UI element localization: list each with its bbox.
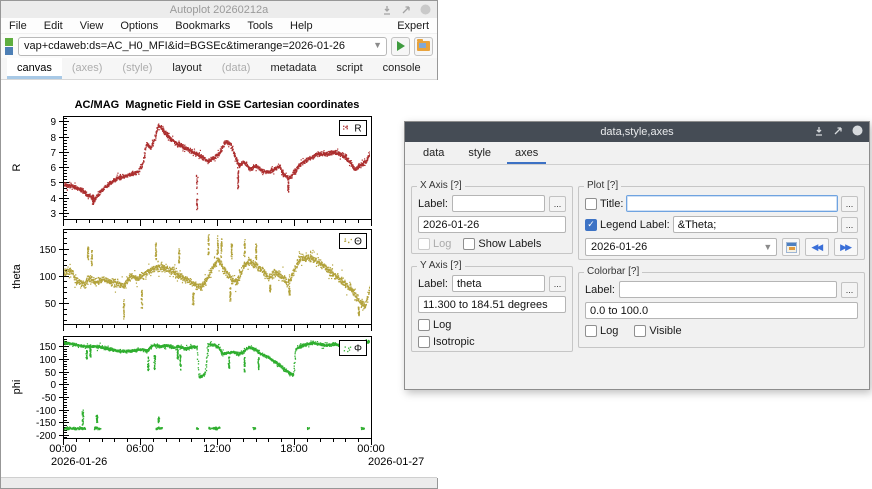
dock-icon[interactable] bbox=[814, 126, 824, 136]
dialog-tab-data[interactable]: data bbox=[413, 142, 454, 164]
datasource-icon bbox=[5, 38, 14, 55]
tab-console[interactable]: console bbox=[373, 58, 431, 79]
y-axis-range-input[interactable] bbox=[418, 296, 566, 313]
x-axis-group: X Axis [?] Label: ... Log Show Labels bbox=[411, 186, 573, 254]
plot-legend-editor-button[interactable]: ... bbox=[841, 217, 858, 233]
tab-metadata[interactable]: metadata bbox=[260, 58, 326, 79]
tab-layout[interactable]: layout bbox=[162, 58, 211, 79]
y-axis-label-editor-button[interactable]: ... bbox=[549, 276, 566, 292]
main-tabs: canvas (axes) (style) layout (data) meta… bbox=[1, 58, 437, 80]
plot-area bbox=[2, 80, 438, 478]
uri-dropdown-icon[interactable]: ▼ bbox=[373, 40, 382, 50]
go-button[interactable] bbox=[391, 37, 410, 56]
plot-timerange-value: 2026-01-26 bbox=[591, 241, 647, 253]
colorbar-label-editor-button[interactable]: ... bbox=[841, 282, 858, 298]
menu-bar: File Edit View Options Bookmarks Tools H… bbox=[1, 18, 437, 34]
dialog-titlebar[interactable]: data,style,axes bbox=[405, 122, 869, 142]
axes-dialog: data,style,axes data style axes X Axis [… bbox=[404, 121, 870, 390]
plot-timerange-combo[interactable]: 2026-01-26 ▼ bbox=[585, 238, 777, 256]
y-axis-label-caption: Label: bbox=[418, 278, 448, 290]
y-axis-isotropic-checkbox[interactable] bbox=[418, 336, 430, 348]
folder-icon bbox=[417, 41, 430, 51]
colorbar-visible-checkbox[interactable] bbox=[634, 325, 646, 337]
dialog-tabs: data style axes bbox=[405, 142, 869, 165]
menu-tools[interactable]: Tools bbox=[247, 20, 273, 32]
y-axis-isotropic-label: Isotropic bbox=[433, 336, 475, 348]
colorbar-label-input[interactable] bbox=[619, 281, 837, 298]
detach-icon[interactable] bbox=[401, 5, 411, 15]
close-icon[interactable] bbox=[852, 125, 863, 136]
timerange-calendar-button[interactable] bbox=[782, 238, 800, 256]
tab-style[interactable]: (style) bbox=[112, 58, 162, 79]
y-axis-log-checkbox[interactable] bbox=[418, 319, 430, 331]
colorbar-log-label: Log bbox=[600, 325, 618, 337]
menu-bookmarks[interactable]: Bookmarks bbox=[175, 20, 230, 32]
x-axis-log-checkbox[interactable] bbox=[418, 238, 430, 250]
colorbar-log-checkbox[interactable] bbox=[585, 325, 597, 337]
colorbar-group-label: Colorbar [?] bbox=[584, 266, 642, 277]
colorbar-visible-label: Visible bbox=[649, 325, 681, 337]
close-icon[interactable] bbox=[420, 4, 431, 15]
plot-group-label: Plot [?] bbox=[584, 180, 621, 191]
dialog-title: data,style,axes bbox=[405, 126, 869, 138]
play-icon bbox=[397, 41, 405, 51]
calendar-icon bbox=[786, 242, 797, 253]
y-axis-log-label: Log bbox=[433, 319, 451, 331]
autoplot-window: Autoplot 20260212a File Edit View Option… bbox=[0, 0, 438, 489]
y-axis-label-input[interactable] bbox=[452, 275, 545, 292]
dock-icon[interactable] bbox=[382, 5, 392, 15]
plot-title-caption: Title: bbox=[600, 198, 623, 210]
x-axis-group-label: X Axis [?] bbox=[417, 180, 465, 191]
colorbar-group: Colorbar [?] Label: ... Log Visible bbox=[578, 272, 865, 348]
plot-legend-input[interactable] bbox=[673, 216, 838, 233]
dialog-tab-style[interactable]: style bbox=[458, 142, 501, 164]
expert-menu[interactable]: Expert bbox=[397, 20, 429, 32]
menu-help[interactable]: Help bbox=[290, 20, 313, 32]
x-axis-range-input[interactable] bbox=[418, 216, 566, 233]
main-titlebar[interactable]: Autoplot 20260212a bbox=[1, 1, 437, 18]
plot-legend-checkbox[interactable]: ✓ bbox=[585, 219, 597, 231]
menu-edit[interactable]: Edit bbox=[44, 20, 63, 32]
timerange-forward-button[interactable]: ▶▶ bbox=[834, 238, 858, 256]
plot-title-editor-button[interactable]: ... bbox=[841, 196, 858, 212]
plot-canvas[interactable] bbox=[2, 80, 438, 478]
plot-legend-caption: Legend Label: bbox=[600, 219, 670, 231]
x-axis-label-input[interactable] bbox=[452, 195, 545, 212]
dialog-tab-axes[interactable]: axes bbox=[505, 142, 548, 164]
open-file-button[interactable] bbox=[414, 37, 433, 56]
status-bar bbox=[1, 477, 437, 488]
colorbar-range-input[interactable] bbox=[585, 302, 858, 319]
detach-icon[interactable] bbox=[833, 126, 843, 136]
y-axis-group-label: Y Axis [?] bbox=[417, 260, 465, 271]
colorbar-label-caption: Label: bbox=[585, 284, 615, 296]
x-axis-label-editor-button[interactable]: ... bbox=[549, 196, 566, 212]
tab-script[interactable]: script bbox=[326, 58, 372, 79]
uri-input[interactable] bbox=[18, 37, 387, 56]
plot-title-checkbox[interactable] bbox=[585, 198, 597, 210]
x-axis-show-labels-label: Show Labels bbox=[478, 238, 541, 250]
y-axis-group: Y Axis [?] Label: ... Log Isotropic bbox=[411, 266, 573, 352]
plot-title-input[interactable] bbox=[626, 195, 838, 212]
menu-options[interactable]: Options bbox=[120, 20, 158, 32]
combo-chevron-icon: ▼ bbox=[763, 242, 772, 252]
tab-canvas[interactable]: canvas bbox=[7, 58, 62, 79]
x-axis-log-label: Log bbox=[433, 238, 451, 250]
tab-axes[interactable]: (axes) bbox=[62, 58, 113, 79]
window-title: Autoplot 20260212a bbox=[1, 4, 437, 16]
plot-group: Plot [?] Title: ... ✓ Legend Label: ... … bbox=[578, 186, 865, 260]
address-row: ▼ bbox=[1, 34, 437, 58]
menu-file[interactable]: File bbox=[9, 20, 27, 32]
x-axis-show-labels-checkbox[interactable] bbox=[463, 238, 475, 250]
menu-view[interactable]: View bbox=[80, 20, 104, 32]
x-axis-label-caption: Label: bbox=[418, 198, 448, 210]
tab-data[interactable]: (data) bbox=[212, 58, 261, 79]
timerange-back-button[interactable]: ◀◀ bbox=[805, 238, 829, 256]
